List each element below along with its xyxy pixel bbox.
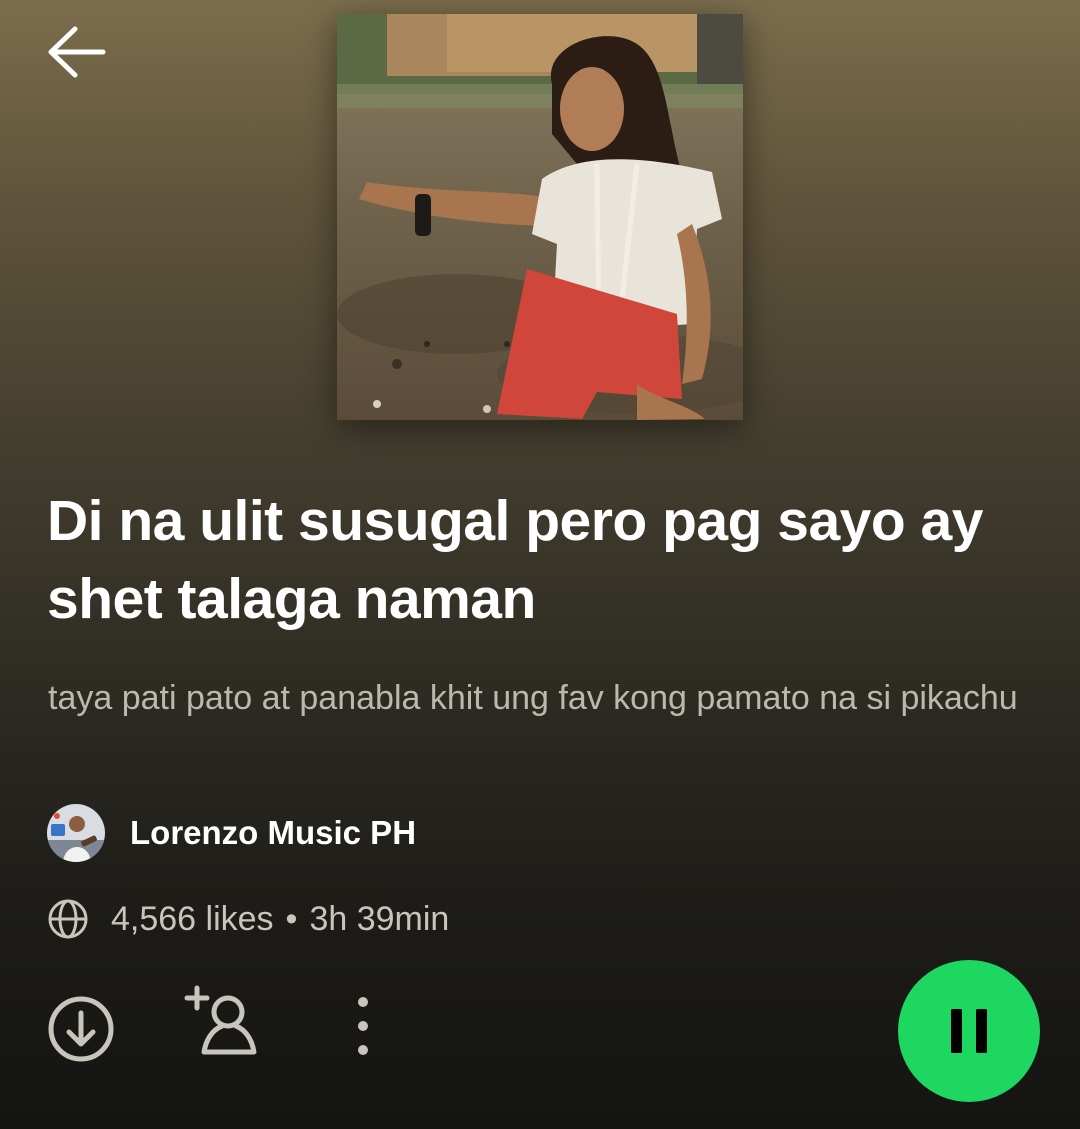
more-vertical-icon xyxy=(358,997,368,1055)
play-pause-button[interactable] xyxy=(898,960,1040,1102)
add-follow-button[interactable] xyxy=(182,984,266,1064)
playlist-meta: 4,566 likes • 3h 39min xyxy=(47,893,449,945)
back-button[interactable] xyxy=(44,22,108,82)
playlist-cover-image xyxy=(337,14,743,420)
pause-icon xyxy=(951,1009,987,1053)
likes-count: 4,566 likes xyxy=(111,899,274,938)
playlist-owner[interactable]: Lorenzo Music PH xyxy=(47,803,416,863)
more-options-button[interactable] xyxy=(338,990,388,1062)
add-person-icon xyxy=(184,985,257,1055)
meta-separator: • xyxy=(285,899,298,938)
owner-avatar xyxy=(47,804,105,862)
arrow-left-icon xyxy=(48,26,106,78)
playlist-description: taya pati pato at panabla khit ung fav k… xyxy=(48,679,1018,717)
owner-name: Lorenzo Music PH xyxy=(130,814,417,851)
globe-icon xyxy=(47,898,89,940)
total-duration: 3h 39min xyxy=(309,899,450,938)
download-circle-icon xyxy=(48,996,114,1062)
playlist-title: Di na ulit susugal pero pag sayo ay shet… xyxy=(47,489,983,631)
download-button[interactable] xyxy=(44,992,118,1066)
